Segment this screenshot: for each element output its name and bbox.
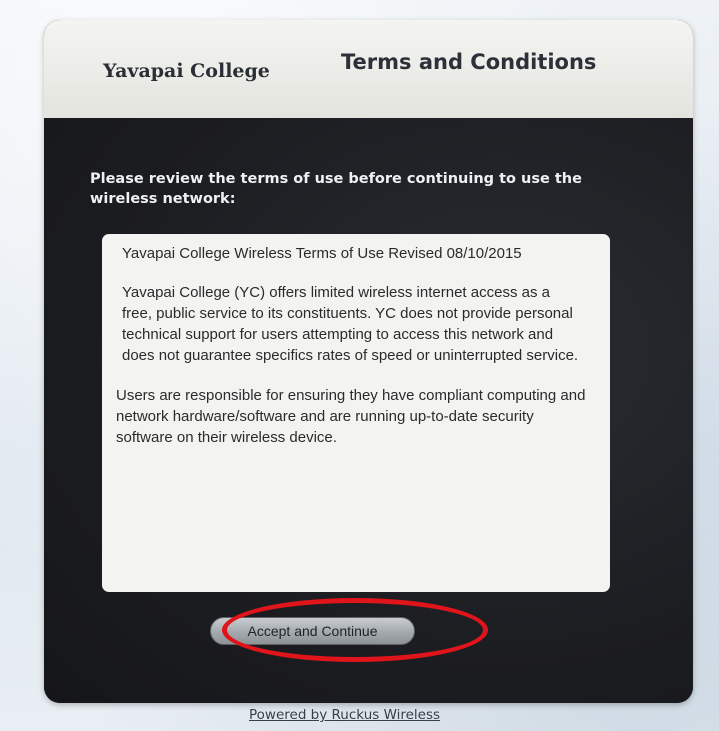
portal-header: Yavapai College Terms and Conditions xyxy=(44,20,693,118)
terms-paragraph: Yavapai College (YC) offers limited wire… xyxy=(122,284,579,364)
page-title: Terms and Conditions xyxy=(341,50,597,74)
accept-and-continue-button[interactable]: Accept and Continue xyxy=(210,617,415,645)
captive-portal-panel: Yavapai College Terms and Conditions Ple… xyxy=(44,20,693,703)
terms-heading: Yavapai College Wireless Terms of Use Re… xyxy=(122,245,522,262)
portal-body: Please review the terms of use before co… xyxy=(44,118,693,703)
intro-text: Please review the terms of use before co… xyxy=(90,171,582,207)
brand-name: Yavapai College xyxy=(103,60,270,82)
terms-paragraph: Users are responsible for ensuring they … xyxy=(116,387,586,446)
terms-text-box[interactable]: Yavapai College Wireless Terms of Use Re… xyxy=(102,234,610,592)
powered-by-link[interactable]: Powered by Ruckus Wireless xyxy=(249,707,440,723)
